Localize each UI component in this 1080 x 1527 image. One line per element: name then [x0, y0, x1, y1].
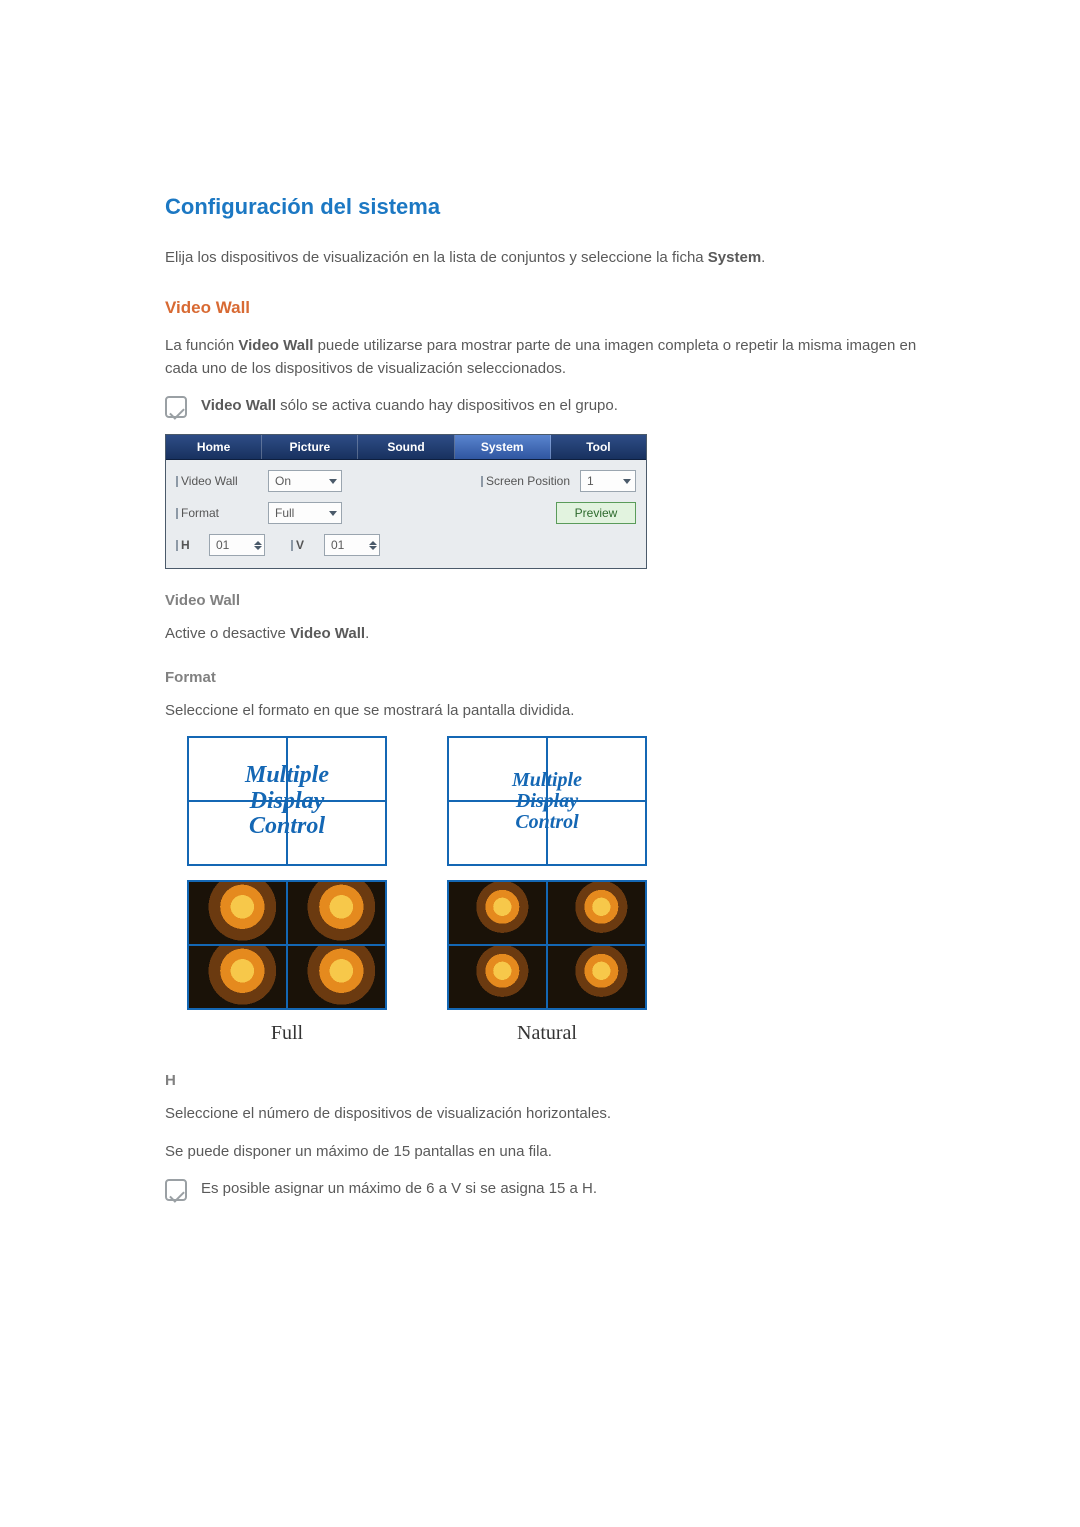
tab-tool[interactable]: Tool — [551, 435, 646, 459]
label-h: H — [176, 536, 199, 555]
label-text: Format — [181, 504, 219, 523]
grid-line — [449, 800, 645, 802]
label-v: V — [291, 536, 314, 555]
h-text-2: Se puede disponer un máximo de 15 pantal… — [165, 1140, 920, 1163]
note-text: Video Wall sólo se activa cuando hay dis… — [201, 394, 618, 417]
label-text: Video Wall — [181, 472, 238, 491]
subhead-h: H — [165, 1069, 920, 1092]
document-page: Configuración del sistema Elija los disp… — [0, 0, 1080, 1527]
note-rest: sólo se activa cuando hay dispositivos e… — [276, 397, 618, 414]
chevron-up-icon — [254, 541, 262, 545]
dropdown-value: 1 — [587, 472, 594, 491]
chevron-down-icon — [254, 546, 262, 550]
chevron-down-icon — [329, 511, 337, 516]
photo-cell — [449, 946, 546, 1008]
spinner-value: 01 — [216, 536, 229, 555]
chevron-down-icon — [329, 479, 337, 484]
photo-grid — [187, 880, 387, 1010]
preview-button[interactable]: Preview — [556, 502, 636, 524]
label-video-wall: Video Wall — [176, 472, 258, 491]
tile-full-photo: Full — [187, 880, 387, 1049]
text-bold: Video Wall — [290, 625, 365, 642]
spinner-buttons[interactable] — [254, 541, 262, 550]
format-illustration-row-2: Full Natural — [187, 880, 920, 1049]
row-video-wall: Video Wall On Screen Position 1 — [176, 470, 636, 492]
caption-full: Full — [187, 1018, 387, 1049]
tile-full-text: Multiple Display Control — [187, 736, 387, 866]
dropdown-screen-position[interactable]: 1 — [580, 470, 636, 492]
label-text: V — [296, 536, 314, 555]
tab-label: Sound — [387, 438, 424, 457]
tab-system[interactable]: System — [455, 435, 551, 459]
chevron-down-icon — [369, 546, 377, 550]
tab-label: Picture — [289, 438, 330, 457]
tab-home[interactable]: Home — [166, 435, 262, 459]
photo-cell — [548, 946, 645, 1008]
grid-line — [189, 800, 385, 802]
photo-cell — [189, 882, 286, 944]
label-format: Format — [176, 504, 258, 523]
note-row-h: Es posible asignar un máximo de 6 a V si… — [165, 1177, 920, 1201]
video-wall-toggle-text: Active o desactive Video Wall. — [165, 622, 920, 645]
photo-cell — [189, 946, 286, 1008]
spinner-h[interactable]: 01 — [209, 534, 265, 556]
intro-text-post: . — [761, 249, 765, 266]
photo-cell — [288, 882, 385, 944]
vw-text-pre: La función — [165, 337, 238, 354]
video-wall-paragraph: La función Video Wall puede utilizarse p… — [165, 334, 920, 381]
intro-paragraph: Elija los dispositivos de visualización … — [165, 246, 920, 269]
tab-sound[interactable]: Sound — [358, 435, 454, 459]
tile-natural-photo: Natural — [447, 880, 647, 1049]
intro-text: Elija los dispositivos de visualización … — [165, 249, 708, 266]
subhead-video-wall: Video Wall — [165, 589, 920, 612]
section-video-wall: Video Wall — [165, 295, 920, 321]
dropdown-value: On — [275, 472, 291, 491]
tab-label: Home — [197, 438, 230, 457]
subhead-format: Format — [165, 666, 920, 689]
tab-label: System — [481, 438, 524, 457]
row-hv: H 01 V 01 — [176, 534, 636, 556]
photo-cell — [449, 882, 546, 944]
videowall-box: Multiple Display Control — [187, 736, 387, 866]
chevron-down-icon — [623, 479, 631, 484]
spinner-v[interactable]: 01 — [324, 534, 380, 556]
page-title: Configuración del sistema — [165, 190, 920, 224]
tab-label: Tool — [586, 438, 610, 457]
row-format: Format Full Preview — [176, 502, 636, 524]
dropdown-value: Full — [275, 504, 294, 523]
button-label: Preview — [575, 504, 618, 523]
h-text-1: Seleccione el número de dispositivos de … — [165, 1102, 920, 1125]
label-screen-position: Screen Position — [481, 472, 570, 491]
note-icon — [165, 1179, 187, 1201]
vw-text-bold: Video Wall — [238, 337, 313, 354]
system-panel: Home Picture Sound System Tool Video Wal… — [165, 434, 647, 569]
dropdown-format[interactable]: Full — [268, 502, 342, 524]
label-text: Screen Position — [486, 472, 570, 491]
note-bold: Video Wall — [201, 397, 276, 414]
dropdown-video-wall[interactable]: On — [268, 470, 342, 492]
note-row: Video Wall sólo se activa cuando hay dis… — [165, 394, 920, 418]
format-illustration-row-1: Multiple Display Control Multiple Displa… — [187, 736, 920, 866]
photo-cell — [288, 946, 385, 1008]
tab-picture[interactable]: Picture — [262, 435, 358, 459]
intro-bold: System — [708, 249, 761, 266]
text-post: . — [365, 625, 369, 642]
chevron-up-icon — [369, 541, 377, 545]
text-pre: Active o desactive — [165, 625, 290, 642]
tile-natural-text: Multiple Display Control — [447, 736, 647, 866]
videowall-box: Multiple Display Control — [447, 736, 647, 866]
format-text: Seleccione el formato en que se mostrará… — [165, 699, 920, 722]
panel-body: Video Wall On Screen Position 1 Format F… — [166, 460, 646, 568]
note-h-text: Es posible asignar un máximo de 6 a V si… — [201, 1177, 597, 1200]
spinner-buttons[interactable] — [369, 541, 377, 550]
caption-natural: Natural — [447, 1018, 647, 1049]
spinner-value: 01 — [331, 536, 344, 555]
note-icon — [165, 396, 187, 418]
tab-bar: Home Picture Sound System Tool — [166, 435, 646, 460]
label-text: H — [181, 536, 199, 555]
photo-cell — [548, 882, 645, 944]
photo-grid — [447, 880, 647, 1010]
